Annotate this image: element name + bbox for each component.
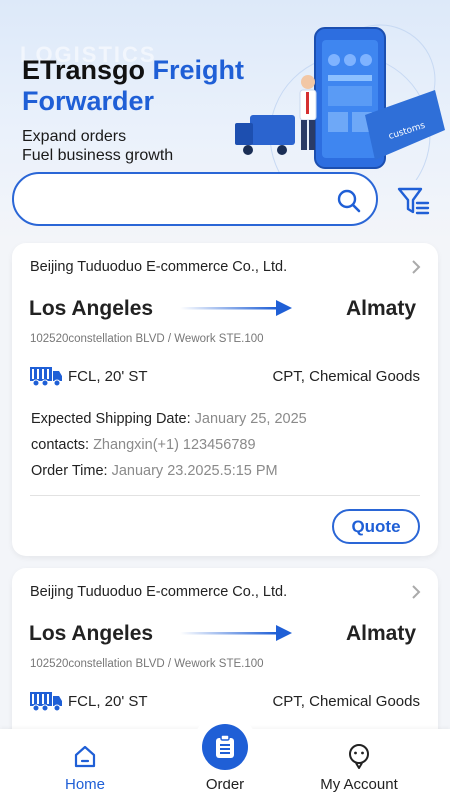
logistics-illustration: customs <box>235 24 445 180</box>
tab-my-account-label: My Account <box>320 776 398 793</box>
hero-title-highlight: Freight <box>152 55 245 85</box>
address: 102520constellation BLVD / Wework STE.10… <box>30 658 264 670</box>
order-time-row: Order Time: January 23.2025.5:15 PM <box>31 458 307 484</box>
company-name: Beijing Tuduoduo E-commerce Co., Ltd. <box>30 259 288 275</box>
hero-title: ETransgo Freight Forwarder <box>22 55 244 117</box>
truck-icon <box>30 367 62 387</box>
user-icon <box>349 744 369 769</box>
company-name: Beijing Tuduoduo E-commerce Co., Ltd. <box>30 584 288 600</box>
shipping-date-row: Expected Shipping Date: January 25, 2025 <box>31 406 307 432</box>
home-icon <box>74 745 96 768</box>
tab-home[interactable]: Home <box>25 729 145 800</box>
cargo-terms: CPT, Chemical Goods <box>272 368 420 385</box>
filter-icon[interactable] <box>396 184 430 218</box>
clipboard-icon <box>216 734 234 758</box>
hero-subtitle-line1: Expand orders <box>22 128 127 145</box>
origin-city: Los Angeles <box>29 622 154 645</box>
route-arrow-icon <box>180 300 292 316</box>
quote-button[interactable]: Quote <box>332 509 420 544</box>
hero-subtitle-line2: Fuel business growth <box>22 147 174 164</box>
shipping-date-value: January 25, 2025 <box>194 411 307 427</box>
cargo-type: FCL, 20' ST <box>68 368 148 385</box>
shipping-date-label: Expected Shipping Date: <box>31 411 195 427</box>
destination-city: Almaty <box>345 297 416 320</box>
route-arrow-icon <box>180 625 292 641</box>
destination-city: Almaty <box>345 622 416 645</box>
search-row <box>12 172 438 228</box>
contacts-row: contacts: Zhangxin(+1) 123456789 <box>31 432 307 458</box>
search-bar[interactable] <box>12 172 378 226</box>
cargo-terms: CPT, Chemical Goods <box>272 693 420 710</box>
hero-title-line2: Forwarder <box>22 86 155 116</box>
search-icon[interactable] <box>336 188 362 214</box>
hero-subtitle: Expand orders Fuel business growth <box>22 127 173 165</box>
order-details: Expected Shipping Date: January 25, 2025… <box>31 406 307 484</box>
contacts-value: Zhangxin(+1) 123456789 <box>93 437 256 453</box>
origin-city: Los Angeles <box>29 297 154 320</box>
order-time-label: Order Time: <box>31 463 112 479</box>
tab-my-account[interactable]: My Account <box>299 729 419 800</box>
order-time-value: January 23.2025.5:15 PM <box>111 463 278 479</box>
search-input[interactable] <box>34 186 324 214</box>
order-fab[interactable] <box>202 724 248 770</box>
address: 102520constellation BLVD / Wework STE.10… <box>30 333 264 345</box>
order-card[interactable]: Beijing Tuduoduo E-commerce Co., Ltd. Lo… <box>12 243 438 556</box>
hero-title-brand: ETransgo <box>22 55 153 85</box>
contacts-label: contacts: <box>31 437 94 453</box>
chevron-right-icon[interactable] <box>410 259 422 275</box>
tab-home-label: Home <box>64 776 105 793</box>
chevron-right-icon[interactable] <box>410 584 422 600</box>
truck-icon <box>30 692 62 712</box>
divider <box>30 495 420 496</box>
cargo-type: FCL, 20' ST <box>68 693 148 710</box>
